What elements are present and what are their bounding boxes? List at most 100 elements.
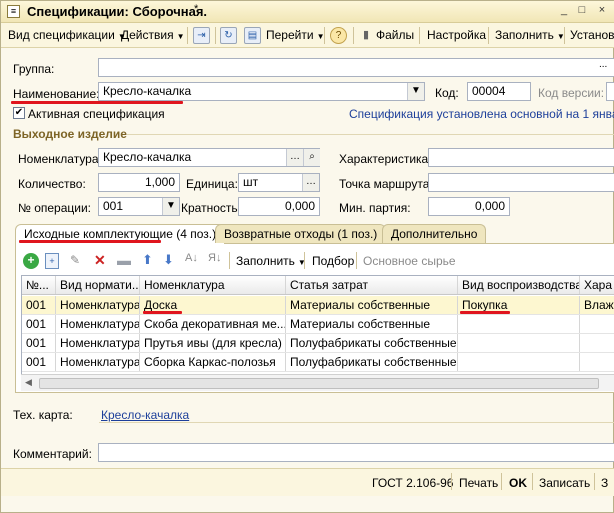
copy-row-icon[interactable]: +: [45, 253, 59, 269]
table-cell: Полуфабрикаты собственные: [286, 353, 458, 371]
multiplicity-field[interactable]: 0,000: [238, 197, 320, 216]
fill-menu[interactable]: Заполнить ▼: [495, 28, 565, 42]
column-header[interactable]: №...: [22, 276, 56, 294]
name-field[interactable]: Кресло-качалка: [98, 82, 425, 101]
gost-button[interactable]: ГОСТ 2.106-96: [372, 476, 453, 490]
toolbar-divider: [353, 27, 354, 44]
quantity-field[interactable]: 1,000: [98, 173, 180, 192]
table-cell: [580, 353, 614, 371]
table-cell: Прутья ивы (для кресла): [140, 334, 286, 352]
active-spec-checkbox[interactable]: ✔: [13, 107, 25, 119]
maximize-button[interactable]: □: [573, 3, 591, 19]
bottom-bar: ГОСТ 2.106-96 Печать OK Записать З: [1, 468, 614, 496]
column-header[interactable]: Вид нормати...: [56, 276, 140, 294]
selection-button[interactable]: Подбор: [312, 254, 354, 268]
table-cell: Сборка Каркас-полозья: [140, 353, 286, 371]
tab-additional[interactable]: Дополнительно: [382, 224, 487, 243]
grid-fill-label: Заполнить: [236, 254, 295, 268]
add-row-icon[interactable]: +: [23, 253, 39, 269]
print-button[interactable]: Печать: [459, 476, 498, 490]
install-button[interactable]: Установ: [570, 28, 614, 42]
tab-return-waste[interactable]: Возвратные отходы (1 поз.): [215, 224, 387, 243]
route-point-field[interactable]: [428, 173, 614, 192]
main-raw-button[interactable]: Основное сырье: [363, 254, 456, 268]
save-row-icon[interactable]: ▬: [117, 252, 131, 268]
ok-button[interactable]: OK: [509, 476, 527, 490]
save-button[interactable]: Записать: [539, 476, 590, 490]
group-select-button[interactable]: ...: [599, 59, 607, 70]
grid-fill-menu[interactable]: Заполнить ▼: [236, 254, 306, 268]
structure-icon[interactable]: ▤: [244, 27, 261, 44]
select-button[interactable]: …: [302, 174, 319, 191]
table-cell: Материалы собственные: [286, 315, 458, 333]
active-spec-label: Активная спецификация: [28, 107, 165, 121]
table-cell: Полуфабрикаты собственные: [286, 334, 458, 352]
characteristic-field[interactable]: [428, 148, 614, 167]
title-bar: ≡ Спецификации: Сборочная. * _ □ ×: [1, 1, 614, 23]
modified-mark: *: [194, 3, 199, 15]
annotation-underline: [11, 101, 183, 104]
refresh-icon[interactable]: ↻: [220, 27, 237, 44]
toolbar-divider: [564, 27, 565, 44]
column-header[interactable]: Номенклатура: [140, 276, 286, 294]
post-icon[interactable]: ⇥: [193, 27, 210, 44]
section-divider: [127, 134, 614, 135]
select-button[interactable]: …: [286, 149, 303, 166]
edit-icon[interactable]: ✎: [70, 253, 80, 267]
sort-desc-icon[interactable]: Я↓: [208, 252, 221, 264]
view-spec-menu[interactable]: Вид спецификации ▼: [8, 28, 126, 42]
version-code-field[interactable]: [606, 82, 614, 101]
spec-window: ≡ Спецификации: Сборочная. * _ □ × Вид с…: [0, 0, 614, 513]
delete-icon[interactable]: ✕: [94, 252, 106, 269]
table-row[interactable]: 001 Номенклатура Сборка Каркас-полозья П…: [22, 353, 614, 372]
search-icon[interactable]: ⌕: [303, 149, 320, 166]
comment-field[interactable]: [98, 443, 614, 462]
name-value: Кресло-качалка: [103, 84, 192, 98]
help-icon[interactable]: ?: [330, 27, 347, 44]
sort-asc-icon[interactable]: A↓: [185, 252, 198, 264]
column-header[interactable]: Хара: [580, 276, 614, 294]
table-row[interactable]: 001 Номенклатура Доска Материалы собстве…: [22, 296, 614, 315]
close-form-button[interactable]: З: [601, 476, 608, 490]
move-down-icon[interactable]: ⬇: [163, 252, 174, 268]
unit-label: Единица:: [186, 177, 238, 191]
close-button[interactable]: ×: [593, 3, 611, 19]
table-cell: [458, 353, 580, 371]
horizontal-scrollbar[interactable]: ◀: [21, 374, 614, 391]
move-up-icon[interactable]: ⬆: [142, 252, 153, 268]
code-field[interactable]: 00004: [467, 82, 531, 101]
output-item-section-title: Выходное изделие: [13, 127, 127, 141]
min-batch-label: Мин. партия:: [339, 201, 411, 215]
minimize-button[interactable]: _: [555, 3, 573, 19]
paperclip-icon: ▮: [363, 29, 370, 41]
scroll-thumb[interactable]: [39, 378, 599, 389]
annotation-underline: [460, 311, 510, 314]
table-cell: [580, 315, 614, 333]
tech-card-underline: [99, 422, 614, 423]
files-button[interactable]: Файлы: [376, 28, 414, 42]
toolbar-divider: [187, 27, 188, 44]
column-header[interactable]: Статья затрат: [286, 276, 458, 294]
table-row[interactable]: 001 Номенклатура Прутья ивы (для кресла)…: [22, 334, 614, 353]
group-label: Группа:: [13, 62, 55, 76]
actions-label: Действия: [121, 28, 174, 42]
actions-menu[interactable]: Действия ▼: [121, 28, 185, 42]
status-note: Спецификация установлена основной на 1 я…: [349, 107, 614, 121]
table-row[interactable]: 001 Номенклатура Скоба декоративная ме..…: [22, 315, 614, 334]
goto-label: Перейти: [266, 28, 314, 42]
group-field[interactable]: [98, 58, 614, 77]
annotation-underline: [19, 240, 161, 243]
table-cell: 001: [22, 315, 56, 333]
tech-card-link[interactable]: Кресло-качалка: [101, 408, 189, 422]
chevron-down-icon[interactable]: ▼: [407, 83, 424, 100]
settings-button[interactable]: Настройка: [427, 28, 486, 42]
min-batch-field[interactable]: 0,000: [428, 197, 510, 216]
toolbar-divider: [532, 473, 533, 490]
scroll-left-icon[interactable]: ◀: [25, 377, 32, 388]
chevron-down-icon[interactable]: ▼: [162, 198, 179, 215]
table-cell: [580, 334, 614, 352]
goto-menu[interactable]: Перейти ▼: [266, 28, 324, 42]
toolbar-divider: [419, 27, 420, 44]
multiplicity-label: Кратность:: [181, 201, 241, 215]
column-header[interactable]: Вид воспроизводства: [458, 276, 580, 294]
